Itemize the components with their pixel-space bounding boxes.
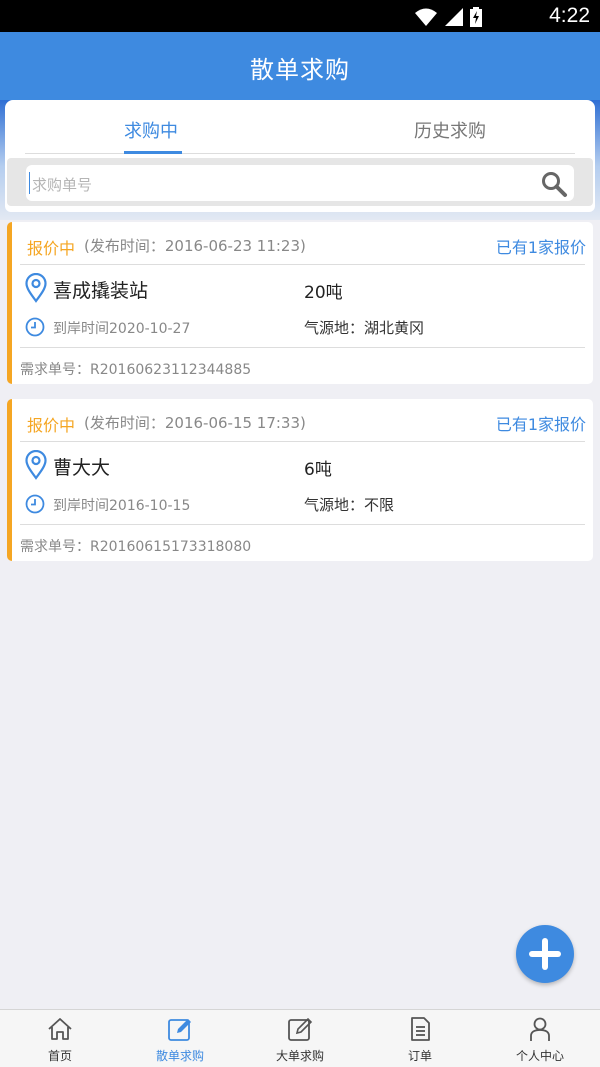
battery-icon [470, 7, 482, 27]
nav-label: 订单 [407, 1049, 432, 1063]
edit-icon [288, 1017, 313, 1041]
tab-history-requests[interactable]: 历史求购 [414, 117, 486, 143]
nav-label: 大单求购 [275, 1049, 324, 1063]
nav-item-bulk-purchase[interactable]: 大单求购 [240, 1010, 360, 1067]
station-name: 曹大大 [53, 457, 111, 479]
app-bar: 散单求购 [0, 32, 600, 100]
plus-icon [529, 938, 561, 970]
quote-count[interactable]: 已有1家报价 [496, 411, 586, 435]
add-request-button[interactable] [516, 925, 574, 983]
wifi-icon [415, 8, 437, 26]
edit-icon [168, 1019, 191, 1041]
order-card[interactable]: 报价中 (发布时间：2016-06-23 11:23) 已有1家报价 喜成撬装站… [7, 222, 593, 384]
status-time: 4:22 [549, 4, 590, 27]
divider [20, 264, 585, 265]
home-icon [48, 1018, 72, 1040]
arrival-time: 到岸时间2016-10-15 [53, 498, 191, 514]
quantity: 20吨 [304, 283, 343, 303]
search-placeholder: 求购单号 [32, 176, 93, 194]
nav-label: 散单求购 [155, 1049, 204, 1063]
clock-icon [25, 494, 45, 514]
search-icon[interactable] [540, 170, 568, 198]
search-bar: 求购单号 [7, 158, 593, 206]
publish-time: (发布时间：2016-06-23 11:23) [84, 237, 306, 255]
nav-item-orders[interactable]: 订单 [360, 1010, 480, 1067]
nav-label: 个人中心 [515, 1049, 564, 1063]
order-number: 需求单号：R20160623112344885 [20, 362, 252, 378]
signal-icon [445, 8, 463, 26]
nav-item-home[interactable]: 首页 [0, 1010, 120, 1067]
text-cursor [29, 172, 30, 194]
station-name: 喜成撬装站 [53, 280, 149, 302]
divider [20, 524, 585, 525]
tab-active-indicator [124, 151, 182, 154]
gas-origin: 气源地：不限 [304, 496, 395, 514]
publish-time: (发布时间：2016-06-15 17:33) [84, 414, 306, 432]
search-input[interactable]: 求购单号 [26, 165, 574, 201]
order-card[interactable]: 报价中 (发布时间：2016-06-15 17:33) 已有1家报价 曹大大 6… [7, 399, 593, 561]
location-pin-icon [25, 273, 47, 303]
order-status: 报价中 [27, 239, 76, 258]
order-status: 报价中 [27, 416, 76, 435]
bottom-nav: 首页 散单求购 大单求购 订单 个人中心 [0, 1009, 600, 1067]
location-pin-icon [25, 450, 47, 480]
tab-divider [25, 153, 575, 154]
page-title: 散单求购 [250, 56, 350, 84]
quantity: 6吨 [304, 460, 332, 480]
gas-origin: 气源地：湖北黄冈 [304, 319, 425, 337]
status-bar: 4:22 [0, 0, 600, 32]
arrival-time: 到岸时间2020-10-27 [53, 321, 191, 337]
person-icon [530, 1017, 550, 1041]
nav-item-retail-purchase[interactable]: 散单求购 [120, 1010, 240, 1067]
document-icon [411, 1017, 430, 1041]
tab-current-requests[interactable]: 求购中 [124, 117, 178, 143]
nav-item-profile[interactable]: 个人中心 [480, 1010, 600, 1067]
nav-label: 首页 [47, 1049, 72, 1063]
divider [20, 347, 585, 348]
quote-count[interactable]: 已有1家报价 [496, 234, 586, 258]
system-icons [414, 7, 482, 27]
order-number: 需求单号：R20160615173318080 [20, 539, 252, 555]
clock-icon [25, 317, 45, 337]
divider [20, 441, 585, 442]
